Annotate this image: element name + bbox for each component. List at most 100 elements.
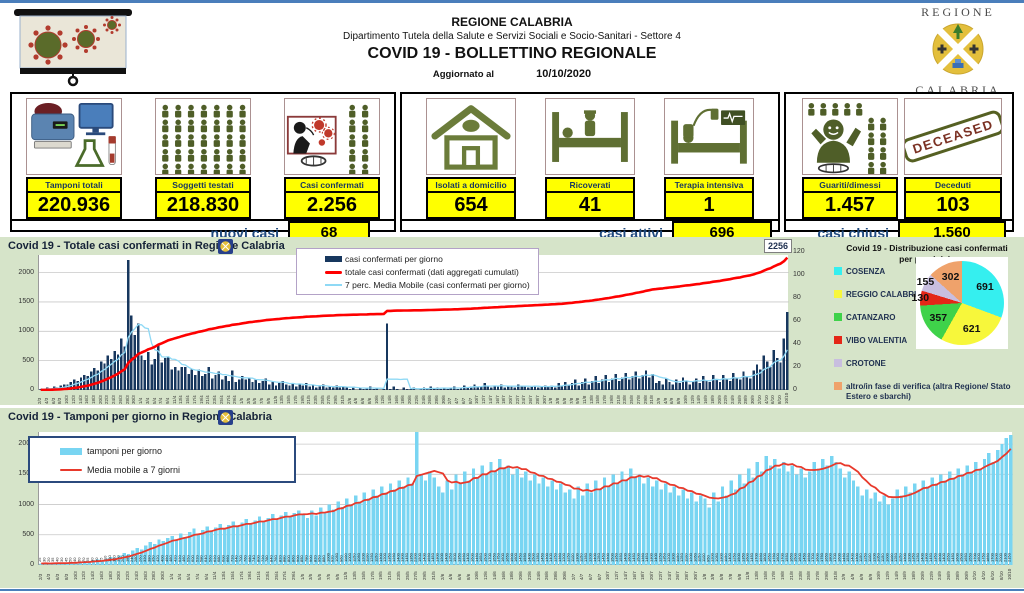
- x-axis-date-label: 3/4: [177, 563, 182, 580]
- x-axis-date-label: 24/3: [111, 387, 116, 404]
- stat-value: 41: [547, 193, 633, 217]
- x-axis-date-label: 9/5: [266, 387, 271, 404]
- x-axis-date-label: 18/7: [640, 563, 645, 580]
- legend-label: tamponi per giorno: [87, 446, 162, 456]
- x-axis-date-label: 10/3: [64, 387, 69, 404]
- province-pie-panel: Covid 19 - Distribuzione casi confermati…: [830, 237, 1024, 405]
- x-axis-date-label: 15/4: [230, 563, 235, 580]
- stat-value: 103: [906, 193, 1000, 217]
- x-axis-date-label: 22/9: [723, 387, 728, 404]
- pie-slice-value: 357: [930, 312, 948, 324]
- x-axis-date-label: 4/10: [981, 563, 986, 580]
- x-axis-date-label: 16/7: [495, 387, 500, 404]
- x-axis-date-label: 19/4: [199, 387, 204, 404]
- x-axis-date-label: 4/6: [353, 387, 358, 404]
- x-axis-date-label: 18/9: [710, 387, 715, 404]
- x-axis-date-label: 8/7: [597, 563, 602, 580]
- deceased-stamp-text: DECEASED: [904, 109, 1002, 165]
- x-axis-date-label: 30/3: [131, 387, 136, 404]
- x-axis-date-label: 13/5: [352, 563, 357, 580]
- updated-label: Aggiornato al: [433, 69, 494, 80]
- swabs-x-axis-labels: 2/34/36/38/310/312/314/316/318/320/322/3…: [38, 566, 1012, 581]
- x-axis-date-label: 23/4: [265, 563, 270, 580]
- cases-left-axis: 0500100015002000: [10, 255, 34, 390]
- calabria-badge-icon: [218, 410, 233, 425]
- x-axis-date-label: 7/8: [728, 563, 733, 580]
- axis-tick-label: 1000: [18, 501, 34, 508]
- pie-slice-value: 621: [963, 323, 981, 335]
- regione-calabria-logo: REGIONE CALABRIA: [904, 5, 1012, 98]
- x-axis-date-label: 30/9: [750, 387, 755, 404]
- x-axis-date-label: 22/7: [658, 563, 663, 580]
- x-axis-date-label: 2/9: [656, 387, 661, 404]
- x-axis-date-label: 1/5: [300, 563, 305, 580]
- axis-tick-label: 2000: [18, 269, 34, 276]
- swabs-chart-legend: tamponi per giorno Media mobile a 7 gior…: [28, 436, 296, 483]
- x-axis-date-label: 6/7: [588, 563, 593, 580]
- logo-top-text: REGIONE: [904, 5, 1012, 20]
- axis-tick-label: 60: [793, 317, 813, 324]
- x-axis-date-label: 22/9: [929, 563, 934, 580]
- x-axis-date-label: 12/7: [481, 387, 486, 404]
- x-axis-date-label: 3/5: [246, 387, 251, 404]
- x-axis-date-label: 11/8: [745, 563, 750, 580]
- x-axis-date-label: 14/6: [492, 563, 497, 580]
- x-axis-date-label: 1/8: [548, 387, 553, 404]
- house-icon: [426, 98, 516, 175]
- x-axis-date-label: 14/6: [387, 387, 392, 404]
- x-axis-date-label: 4/7: [579, 563, 584, 580]
- x-axis-date-label: 20/3: [116, 563, 121, 580]
- legend-swatch-daily-bars: [325, 256, 342, 262]
- x-axis-date-label: 12/9: [690, 387, 695, 404]
- stat-label: Soggetti testati: [157, 179, 249, 193]
- x-axis-date-label: 28/9: [955, 563, 960, 580]
- legend-label: Media mobile a 7 giorni: [87, 465, 180, 475]
- people-grid-icon: [155, 98, 251, 175]
- legend-label: casi confermati per giorno: [345, 254, 443, 264]
- updated-row: Aggiornato al 10/10/2020: [252, 68, 772, 80]
- x-axis-date-label: 11/8: [582, 387, 587, 404]
- infected-person-icon: [284, 98, 380, 175]
- x-axis-date-label: 16/6: [501, 563, 506, 580]
- x-axis-date-label: 8/3: [57, 387, 62, 404]
- pie-legend-label: CROTONE: [846, 359, 1011, 369]
- lab-equipment-icon: [26, 98, 122, 175]
- x-axis-date-label: 2/10: [972, 563, 977, 580]
- stat-label: Casi confermati: [286, 179, 378, 193]
- pie-legend-swatch: [834, 382, 842, 390]
- x-axis-date-label: 20/6: [518, 563, 523, 580]
- x-axis-date-label: 15/8: [763, 563, 768, 580]
- x-axis-date-label: 30/6: [441, 387, 446, 404]
- x-axis-date-label: 25/8: [629, 387, 634, 404]
- stat-value: 218.830: [157, 193, 249, 217]
- hospital-bed-icon: [545, 98, 635, 175]
- department-line: Dipartimento Tutela della Salute e Servi…: [252, 31, 772, 42]
- calabria-emblem-icon: [930, 21, 986, 77]
- stat-card-confermati: Casi confermati 2.256: [284, 98, 380, 219]
- x-axis-date-label: 31/5: [431, 563, 436, 580]
- x-axis-date-label: 4/6: [448, 563, 453, 580]
- x-axis-date-label: 4/3: [44, 387, 49, 404]
- axis-tick-label: 100: [793, 271, 813, 278]
- pie-legend-swatch: [834, 359, 842, 367]
- x-axis-date-label: 24/6: [536, 563, 541, 580]
- x-axis-date-label: 4/7: [454, 387, 459, 404]
- x-axis-date-label: 9/8: [575, 387, 580, 404]
- x-axis-date-label: 12/6: [483, 563, 488, 580]
- axis-tick-label: 120: [793, 248, 813, 255]
- x-axis-date-label: 19/4: [247, 563, 252, 580]
- x-axis-date-label: 13/4: [221, 563, 226, 580]
- x-axis-date-label: 26/3: [143, 563, 148, 580]
- x-axis-date-label: 19/8: [780, 563, 785, 580]
- x-axis-date-label: 10/9: [876, 563, 881, 580]
- x-axis-date-label: 28/7: [535, 387, 540, 404]
- x-axis-date-label: 30/3: [160, 563, 165, 580]
- x-axis-date-label: 9/4: [165, 387, 170, 404]
- x-axis-date-label: 10/10: [1007, 563, 1012, 580]
- x-axis-date-label: 6/10: [990, 563, 995, 580]
- x-axis-date-label: 18/3: [91, 387, 96, 404]
- x-axis-date-label: 26/3: [118, 387, 123, 404]
- x-axis-date-label: 20/7: [649, 563, 654, 580]
- x-axis-date-label: 6/10: [770, 387, 775, 404]
- x-axis-date-label: 14/7: [623, 563, 628, 580]
